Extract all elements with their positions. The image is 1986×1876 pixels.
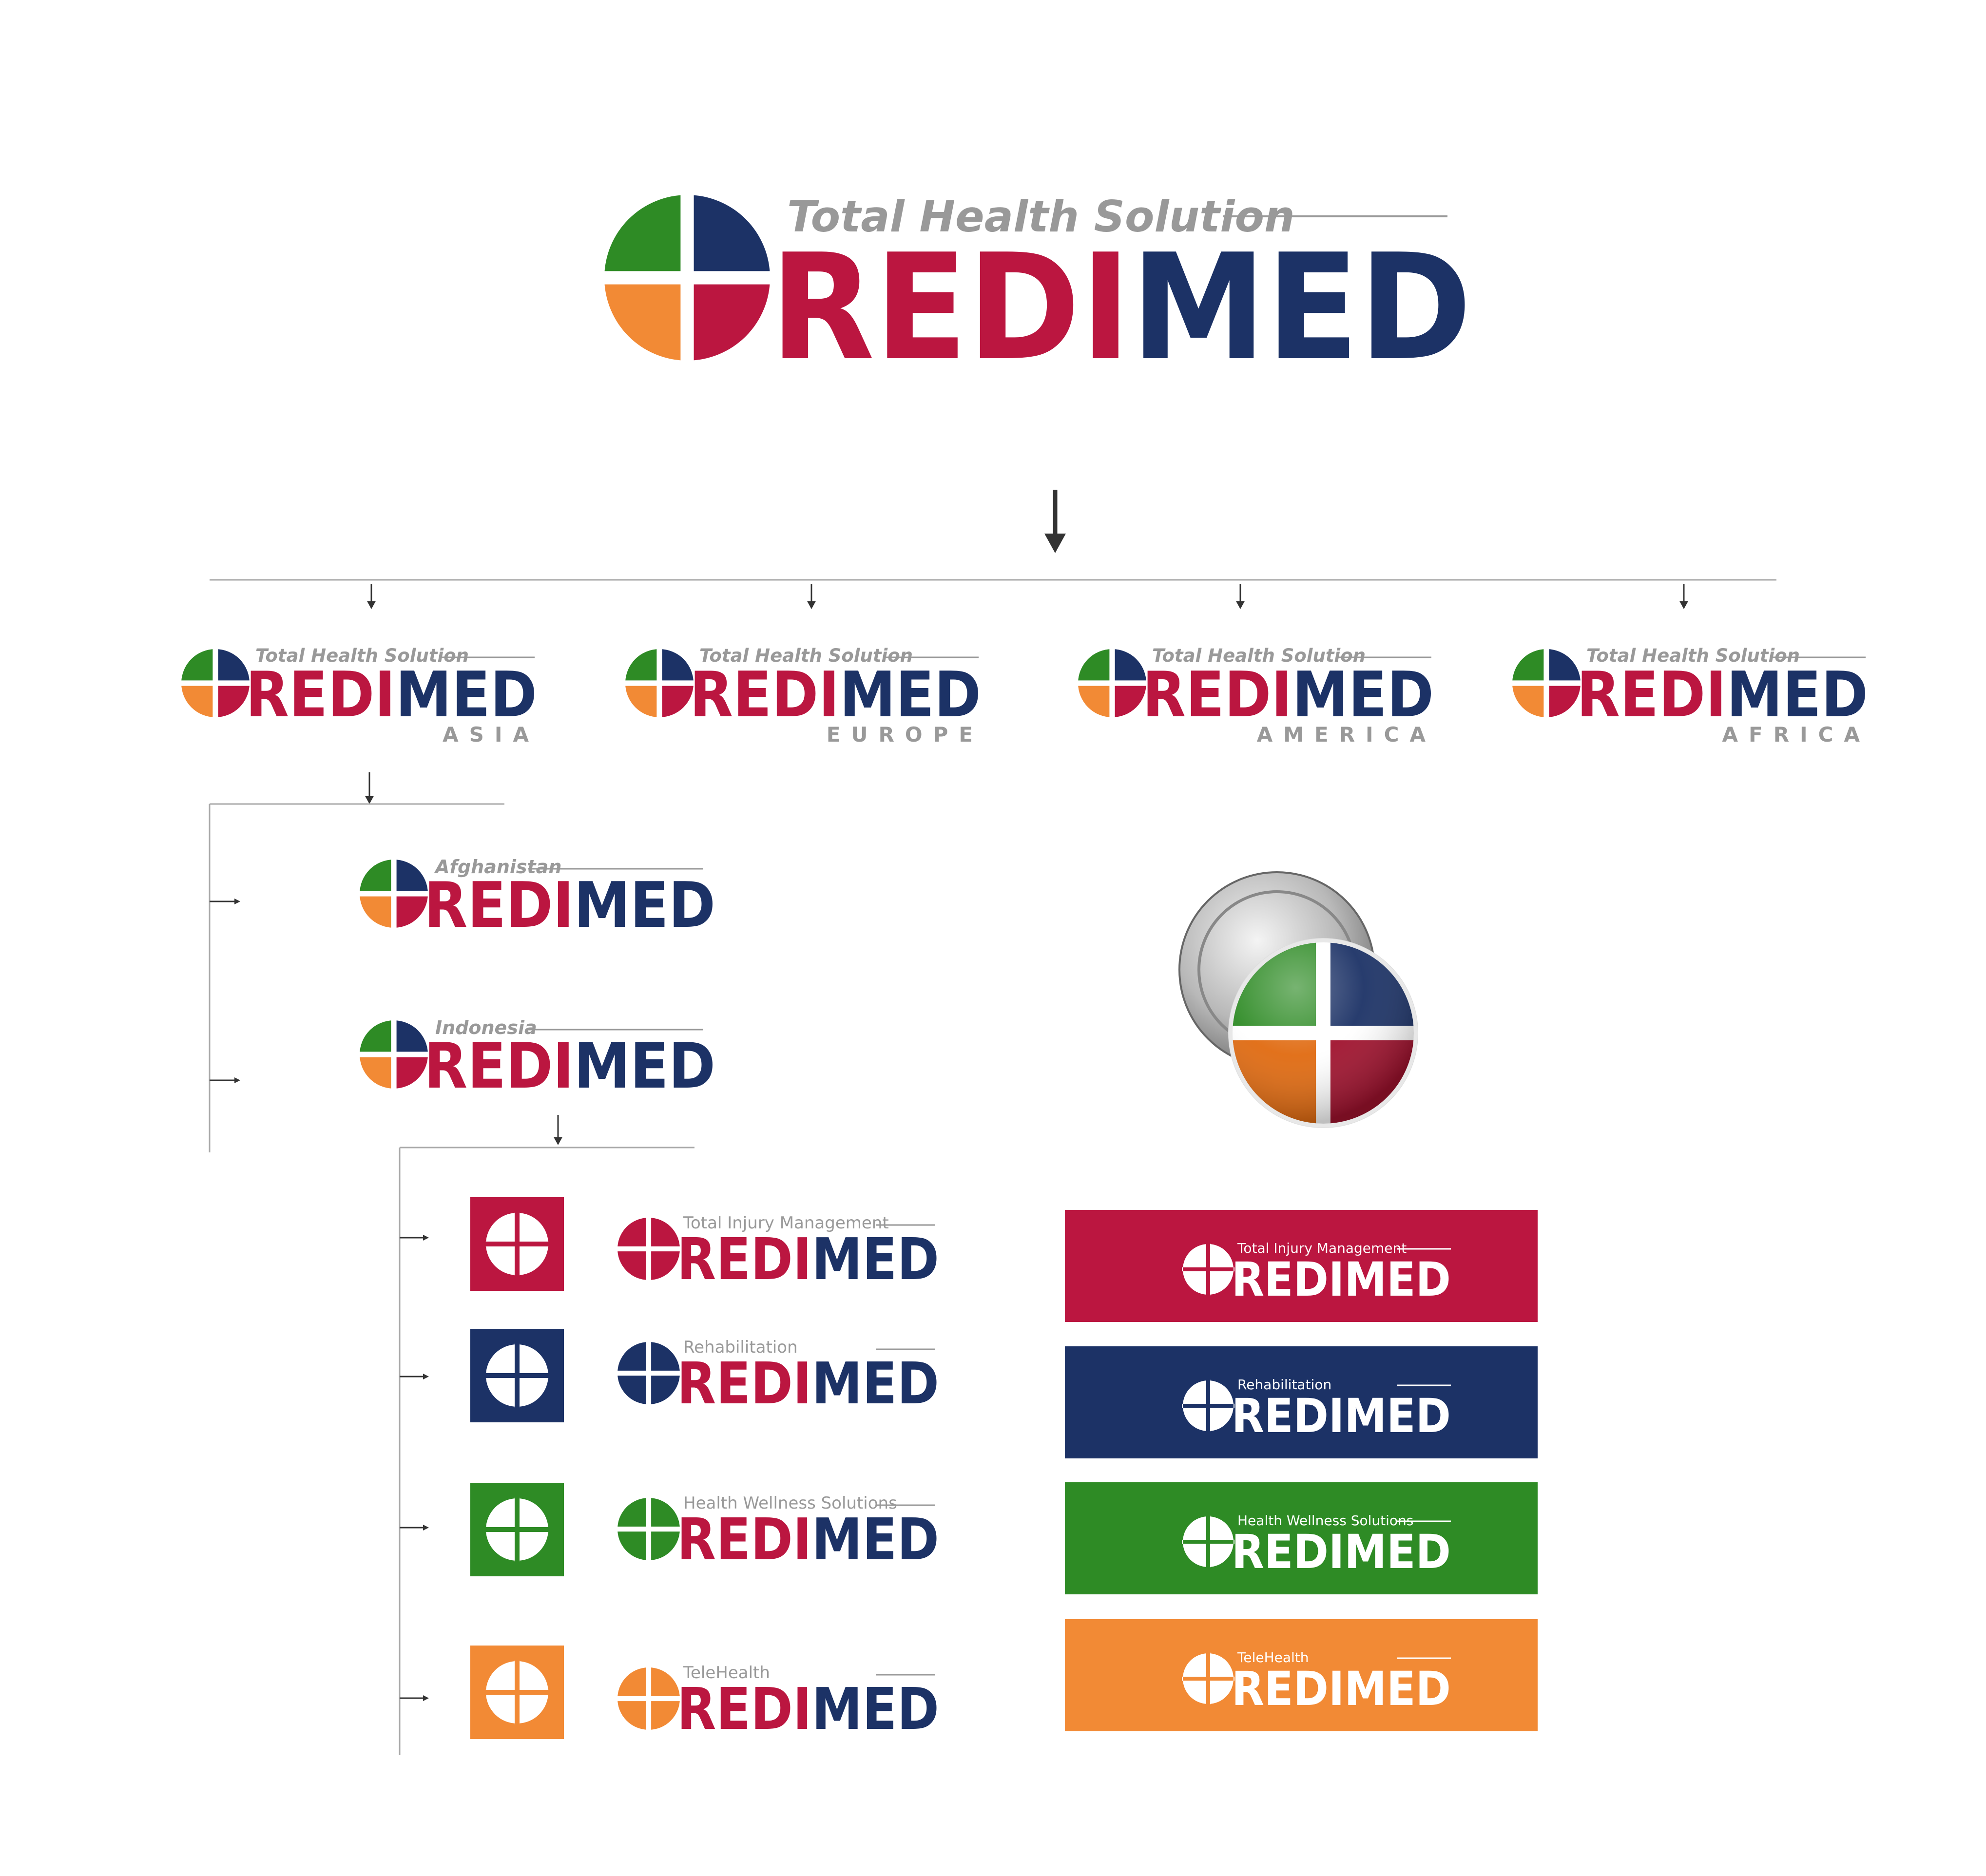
service-banner-telehealth: TeleHealthREDIMED <box>1065 1619 1538 1731</box>
service-logo-list: Total Injury ManagementREDIMED Total Inju… <box>470 1197 1538 1742</box>
main-wordmark: REDIMED <box>770 223 1472 393</box>
cross-mark-icon <box>180 648 251 718</box>
region-name: ASIA <box>443 723 540 747</box>
region-logo-america: Total Health SolutionREDIMEDAMERICA <box>1077 645 1436 747</box>
region-logo-europe: Total Health SolutionREDIMEDEUROPE <box>624 645 983 747</box>
country-logo-indonesia: IndonesiaREDIMED <box>359 1017 715 1103</box>
cross-badge-pin-icon <box>1178 871 1418 1128</box>
cross-mark-icon <box>617 1217 681 1281</box>
cross-mark-icon <box>617 1666 681 1731</box>
service-icon-tile-rehabilitation <box>470 1329 564 1422</box>
service-icon-tile-health-wellness-solutions <box>470 1483 564 1576</box>
cross-mark-icon <box>603 194 771 362</box>
cross-mark-icon <box>617 1497 681 1561</box>
brand-hierarchy-diagram: Total Health Solution REDIMED Total Heal… <box>180 191 1871 1755</box>
service-logo-rehabilitation: RehabilitationREDIMED <box>617 1338 939 1417</box>
wordmark-med: MED <box>1131 223 1472 393</box>
service-wordmark: REDIMED <box>677 1225 939 1293</box>
cross-mark-icon <box>617 1341 681 1405</box>
service-wordmark: REDIMED <box>677 1350 939 1417</box>
service-banner-rehabilitation: RehabilitationREDIMED <box>1065 1346 1538 1458</box>
cross-mark-icon <box>624 648 694 718</box>
region-wordmark: REDIMED <box>1577 659 1868 731</box>
region-wordmark: REDIMED <box>246 659 537 731</box>
cross-mark-icon <box>1077 648 1147 718</box>
banner-wordmark: REDIMED <box>1232 1525 1451 1579</box>
service-logo-total-injury-management: Total Injury ManagementREDIMED <box>617 1213 939 1293</box>
banner-wordmark: REDIMED <box>1232 1252 1451 1307</box>
service-wordmark: REDIMED <box>677 1675 939 1742</box>
service-banner-health-wellness-solutions: Health Wellness SolutionsREDIMED <box>1065 1482 1538 1594</box>
region-wordmark: REDIMED <box>690 659 981 731</box>
service-wordmark: REDIMED <box>677 1506 939 1573</box>
service-icon-tile-total-injury-management <box>470 1197 564 1291</box>
region-logo-africa: Total Health SolutionREDIMEDAFRICA <box>1511 645 1871 747</box>
service-icon-tile-telehealth <box>470 1646 564 1739</box>
cross-mark-icon <box>1511 648 1581 718</box>
cross-mark-icon <box>359 1019 429 1090</box>
main-redimed-logo: Total Health Solution REDIMED <box>603 191 1472 393</box>
region-name: AFRICA <box>1722 723 1871 747</box>
country-logo-afghanistan: AfghanistanREDIMED <box>359 856 715 942</box>
wordmark-redi: REDI <box>770 223 1131 393</box>
region-name: EUROPE <box>827 723 983 747</box>
service-banner-total-injury-management: Total Injury ManagementREDIMED <box>1065 1210 1538 1322</box>
service-logo-telehealth: TeleHealthREDIMED <box>617 1663 939 1742</box>
region-wordmark: REDIMED <box>1142 659 1434 731</box>
region-logo-asia: Total Health SolutionREDIMEDASIA <box>180 645 540 747</box>
banner-wordmark: REDIMED <box>1232 1389 1451 1443</box>
cross-mark-icon <box>603 194 771 362</box>
service-logo-health-wellness-solutions: Health Wellness SolutionsREDIMED <box>617 1493 939 1573</box>
region-logo-row: Total Health SolutionREDIMEDASIA Total He… <box>180 645 1871 747</box>
region-name: AMERICA <box>1257 723 1436 747</box>
cross-mark-icon <box>359 859 429 929</box>
country-logo-column: AfghanistanREDIMED IndonesiaREDIMED <box>359 856 715 1103</box>
banner-wordmark: REDIMED <box>1232 1662 1451 1716</box>
country-wordmark: REDIMED <box>424 869 715 942</box>
country-wordmark: REDIMED <box>424 1030 715 1103</box>
